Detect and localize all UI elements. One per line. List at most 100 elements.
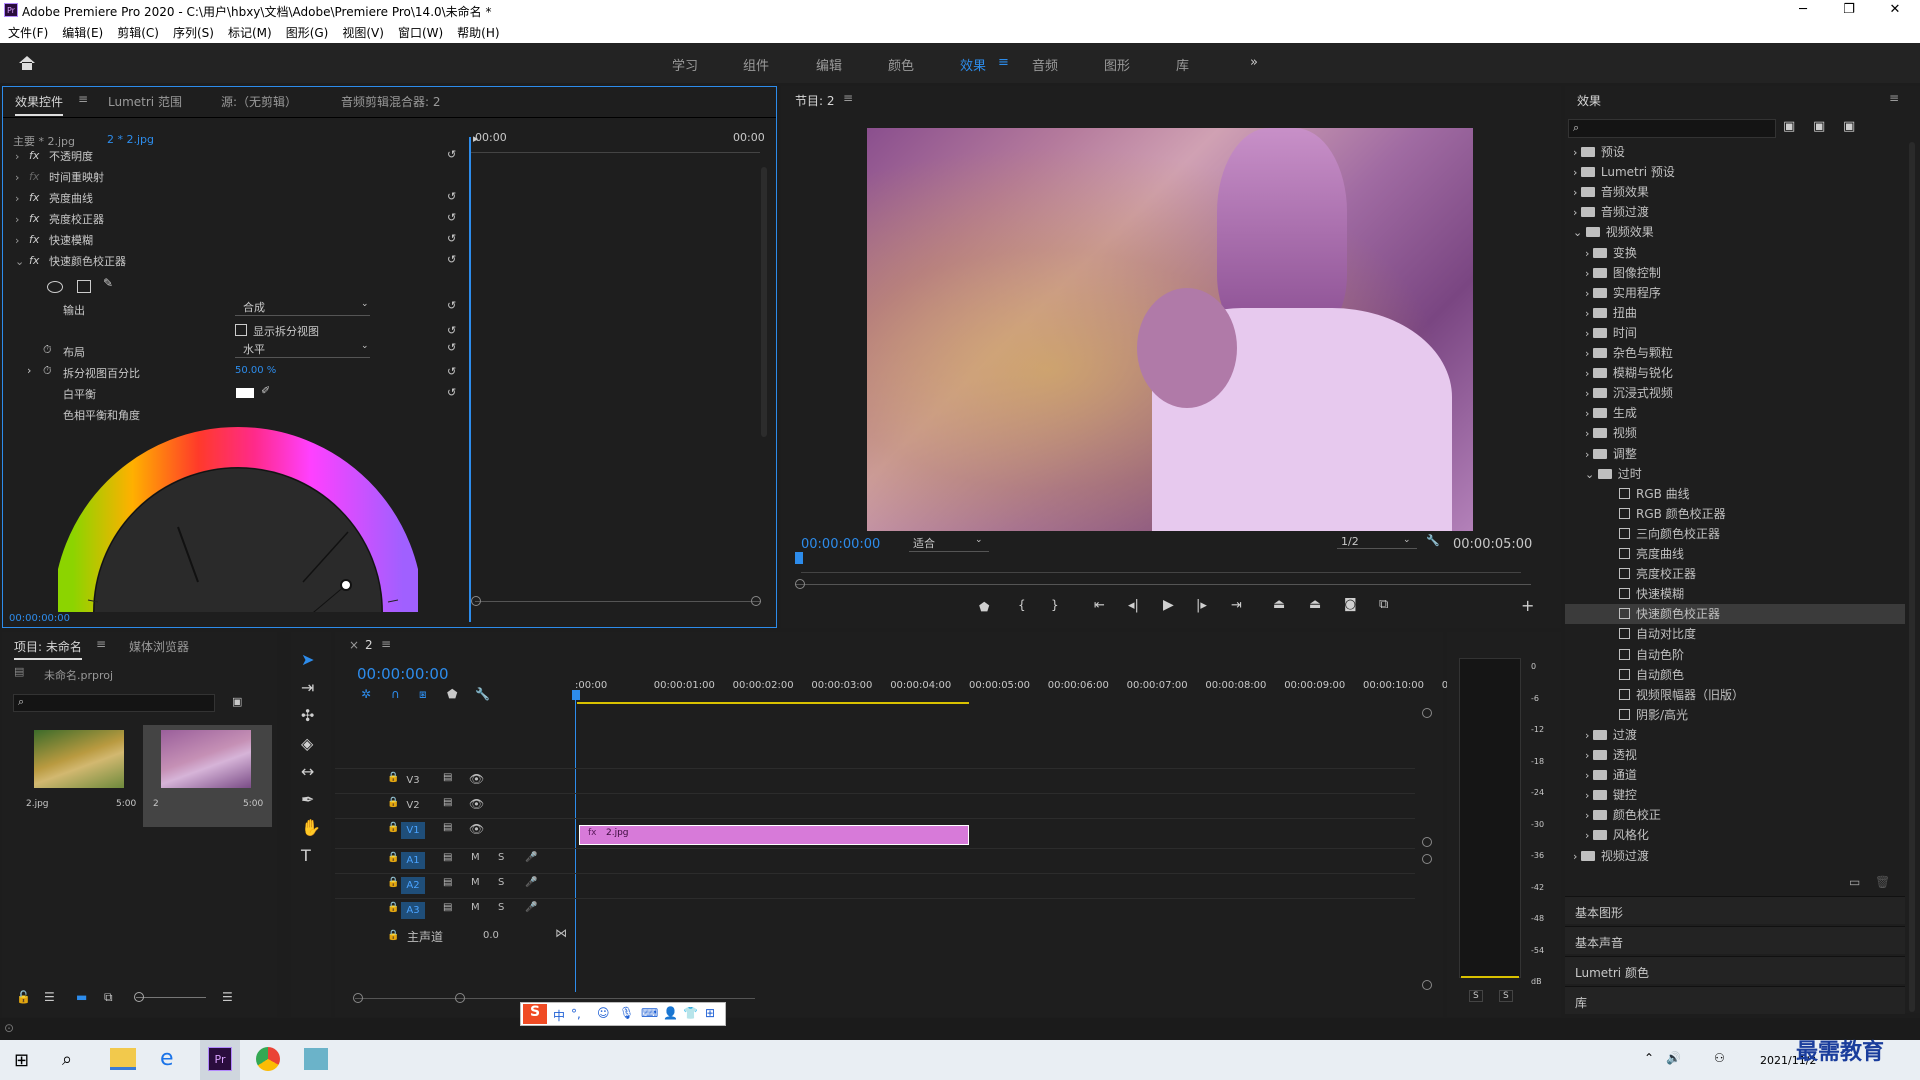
tab-sequence[interactable]: 2 [365, 638, 373, 652]
delete-icon[interactable]: 🗑 [1875, 875, 1890, 889]
disclosure-icon[interactable]: › [1585, 407, 1593, 420]
disclosure-icon[interactable]: › [1585, 749, 1593, 762]
project-search-input[interactable] [13, 694, 215, 712]
fx-icon[interactable]: fx [29, 170, 39, 183]
eyedropper-icon[interactable]: ✐ [261, 384, 270, 397]
section-title[interactable]: 基本图形 [1575, 904, 1623, 921]
master-volume[interactable]: 0.0 [483, 930, 499, 941]
home-icon[interactable] [18, 55, 36, 71]
bin-item[interactable]: › 时间 [1565, 323, 1905, 343]
output-dropdown[interactable]: 合成 [235, 299, 370, 316]
sync-lock-icon[interactable]: ▤ [443, 797, 452, 808]
fx-icon[interactable]: fx [29, 191, 39, 204]
track-target-v2[interactable]: V2 [401, 797, 425, 814]
bin-item[interactable]: › 沉浸式视频 [1565, 383, 1905, 403]
reset-icon[interactable]: ↺ [447, 190, 456, 203]
ec-playhead[interactable] [469, 137, 471, 622]
volume-icon[interactable]: 🔊 [1666, 1051, 1681, 1065]
show-split-checkbox[interactable] [235, 324, 247, 336]
reset-icon[interactable]: ↺ [447, 324, 456, 337]
disclosure-icon[interactable]: › [15, 213, 19, 226]
workspace-learn[interactable]: 学习 [672, 55, 698, 74]
ime-emoji-icon[interactable]: ☺ [597, 1006, 610, 1020]
workspace-audio[interactable]: 音频 [1032, 55, 1058, 74]
master-expand-icon[interactable]: ⋈ [555, 926, 567, 940]
disclosure-icon[interactable]: › [1585, 829, 1593, 842]
eye-icon[interactable]: 👁 [469, 772, 484, 786]
work-area-bar[interactable] [577, 702, 969, 704]
bin-item[interactable]: › 视频过渡 [1565, 846, 1905, 866]
workspace-color[interactable]: 颜色 [888, 55, 914, 74]
effect-item[interactable]: 亮度曲线 [1565, 544, 1905, 564]
program-playhead[interactable] [795, 552, 803, 564]
menu-window[interactable]: 窗口(W) [384, 21, 443, 41]
disclosure-icon[interactable]: › [1585, 267, 1593, 280]
disclosure-icon[interactable]: › [1585, 769, 1593, 782]
bin-item[interactable]: › 杂色与颗粒 [1565, 343, 1905, 363]
fx-icon[interactable]: fx [29, 212, 39, 225]
effect-item[interactable]: 自动对比度 [1565, 624, 1905, 644]
bin-item[interactable]: › 预设 [1565, 142, 1905, 162]
mark-out-icon[interactable]: } [1051, 598, 1059, 612]
accelerated-effects-icon[interactable]: ▣ [1783, 119, 1795, 134]
ime-punct[interactable]: °, [571, 1007, 581, 1021]
go-to-out-icon[interactable]: ⇥ [1231, 598, 1242, 613]
track-target-v3[interactable]: V3 [401, 772, 425, 789]
ec-scrollbar[interactable] [761, 167, 767, 437]
bin-item[interactable]: › 音频过渡 [1565, 202, 1905, 222]
mute-button[interactable]: M [471, 877, 480, 888]
slip-tool-icon[interactable]: ↔ [301, 762, 314, 781]
razor-tool-icon[interactable]: ◈ [301, 734, 313, 753]
sync-lock-icon[interactable]: ▤ [443, 852, 452, 863]
effect-item[interactable]: 自动色阶 [1565, 645, 1905, 665]
split-percent-value[interactable]: 50.00 % [235, 365, 276, 376]
step-back-icon[interactable]: ◂| [1128, 598, 1139, 613]
effect-item[interactable]: 阴影/高光 [1565, 705, 1905, 725]
disclosure-icon[interactable]: › [1585, 809, 1593, 822]
reset-icon[interactable]: ↺ [447, 148, 456, 161]
add-marker-icon[interactable]: ⬟ [447, 687, 457, 701]
tab-project[interactable]: 项目: 未命名 [14, 638, 82, 660]
white-balance-swatch[interactable] [236, 388, 254, 398]
solo-button[interactable]: S [498, 902, 504, 913]
mic-icon[interactable]: 🎤 [525, 902, 537, 913]
bin-item[interactable]: ⌄ 视频效果 [1565, 222, 1905, 242]
disclosure-icon[interactable]: › [1573, 146, 1581, 159]
wrench-icon[interactable]: 🔧 [1426, 534, 1440, 547]
zoom-handle-left[interactable] [471, 596, 481, 606]
bin-item[interactable]: › 透视 [1565, 745, 1905, 765]
section-title[interactable]: 库 [1575, 994, 1587, 1011]
menu-file[interactable]: 文件(F) [0, 21, 48, 41]
bin-item[interactable]: › 颜色校正 [1565, 805, 1905, 825]
app-icon[interactable] [304, 1048, 328, 1070]
bin-item[interactable]: › 生成 [1565, 403, 1905, 423]
lock-icon[interactable]: 🔒 [387, 902, 399, 913]
disclosure-icon[interactable]: › [1585, 789, 1593, 802]
lock-icon[interactable]: 🔒 [387, 822, 399, 833]
effect-item[interactable]: RGB 曲线 [1565, 484, 1905, 504]
ripple-edit-tool-icon[interactable]: ✣ [301, 706, 314, 725]
disclosure-icon[interactable]: › [1585, 247, 1593, 260]
bin-item[interactable]: › 通道 [1565, 765, 1905, 785]
solo-button[interactable]: S [498, 877, 504, 888]
lock-icon[interactable]: 🔒 [387, 877, 399, 888]
workspace-menu-icon[interactable]: ≡ [998, 55, 1009, 70]
track-select-tool-icon[interactable]: ⇥ [301, 678, 314, 697]
eye-icon[interactable]: 👁 [469, 822, 484, 836]
play-icon[interactable]: ▶ [1163, 597, 1174, 613]
workspace-graphics[interactable]: 图形 [1104, 55, 1130, 74]
reset-icon[interactable]: ↺ [447, 365, 456, 378]
reset-icon[interactable]: ↺ [447, 253, 456, 266]
hand-tool-icon[interactable]: ✋ [301, 818, 321, 837]
ime-user-icon[interactable]: 👤 [663, 1006, 678, 1020]
sync-lock-icon[interactable]: ▤ [443, 772, 452, 783]
stopwatch-icon[interactable]: ⏱ [43, 343, 52, 357]
lock-icon[interactable]: 🔒 [387, 772, 399, 783]
bin-item[interactable]: › 调整 [1565, 444, 1905, 464]
ime-grid-icon[interactable]: ⊞ [705, 1006, 715, 1020]
search-icon[interactable]: ⌕ [62, 1049, 72, 1070]
freeform-view-icon[interactable]: ⧉ [104, 990, 113, 1005]
list-view-icon[interactable]: ☰ [44, 990, 55, 1004]
master-clip-label[interactable]: 主要 * 2.jpg [13, 133, 75, 149]
step-forward-icon[interactable]: |▸ [1196, 598, 1207, 613]
